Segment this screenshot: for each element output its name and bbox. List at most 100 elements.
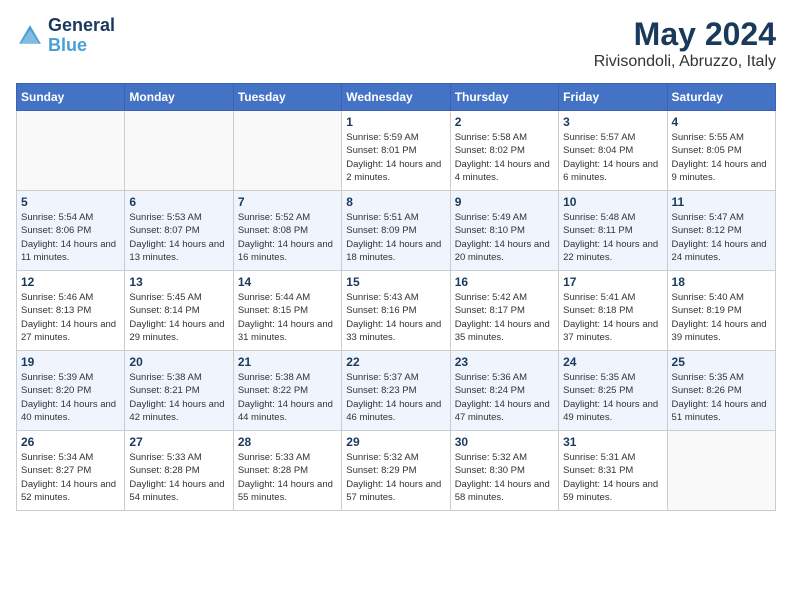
day-number: 16: [455, 275, 554, 289]
day-info: Sunrise: 5:57 AMSunset: 8:04 PMDaylight:…: [563, 131, 662, 184]
day-info: Sunrise: 5:49 AMSunset: 8:10 PMDaylight:…: [455, 211, 554, 264]
calendar-cell: 18Sunrise: 5:40 AMSunset: 8:19 PMDayligh…: [667, 271, 775, 351]
logo-icon: [16, 22, 44, 50]
day-number: 5: [21, 195, 120, 209]
day-info: Sunrise: 5:39 AMSunset: 8:20 PMDaylight:…: [21, 371, 120, 424]
calendar-cell: 9Sunrise: 5:49 AMSunset: 8:10 PMDaylight…: [450, 191, 558, 271]
day-number: 4: [672, 115, 771, 129]
calendar-week-row: 5 Sunrise: 5:54 AMSunset: 8:06 PMDaylight…: [17, 191, 776, 271]
day-info: Sunrise: 5:53 AMSunset: 8:07 PMDaylight:…: [129, 211, 228, 264]
day-info: Sunrise: 5:59 AMSunset: 8:01 PMDaylight:…: [346, 131, 445, 184]
calendar-subtitle: Rivisondoli, Abruzzo, Italy: [594, 53, 776, 71]
calendar-cell: 17 Sunrise: 5:41 AMSunset: 8:18 PMDayligh…: [559, 271, 667, 351]
calendar-cell: 3Sunrise: 5:57 AMSunset: 8:04 PMDaylight…: [559, 111, 667, 191]
day-number: 7: [238, 195, 337, 209]
calendar-cell: 22 Sunrise: 5:37 AMSunset: 8:23 PMDayligh…: [342, 351, 450, 431]
calendar-cell: 4 Sunrise: 5:55 AMSunset: 8:05 PMDaylight…: [667, 111, 775, 191]
calendar-cell: 26 Sunrise: 5:34 AMSunset: 8:27 PMDayligh…: [17, 431, 125, 511]
calendar-cell: 5 Sunrise: 5:54 AMSunset: 8:06 PMDaylight…: [17, 191, 125, 271]
day-number: 18: [672, 275, 771, 289]
day-info: Sunrise: 5:41 AMSunset: 8:18 PMDaylight:…: [563, 291, 662, 344]
page-header: General Blue May 2024 Rivisondoli, Abruz…: [16, 16, 776, 71]
day-number: 13: [129, 275, 228, 289]
logo: General Blue: [16, 16, 115, 56]
day-info: Sunrise: 5:34 AMSunset: 8:27 PMDaylight:…: [21, 451, 120, 504]
day-info: Sunrise: 5:54 AMSunset: 8:06 PMDaylight:…: [21, 211, 120, 264]
day-number: 21: [238, 355, 337, 369]
calendar-cell: 30 Sunrise: 5:32 AMSunset: 8:30 PMDayligh…: [450, 431, 558, 511]
calendar-header: SundayMondayTuesdayWednesdayThursdayFrid…: [17, 84, 776, 111]
calendar-cell: 10 Sunrise: 5:48 AMSunset: 8:11 PMDayligh…: [559, 191, 667, 271]
day-info: Sunrise: 5:47 AMSunset: 8:12 PMDaylight:…: [672, 211, 771, 264]
day-info: Sunrise: 5:36 AMSunset: 8:24 PMDaylight:…: [455, 371, 554, 424]
calendar-cell: 7 Sunrise: 5:52 AMSunset: 8:08 PMDaylight…: [233, 191, 341, 271]
calendar-table: SundayMondayTuesdayWednesdayThursdayFrid…: [16, 83, 776, 511]
calendar-cell: 19 Sunrise: 5:39 AMSunset: 8:20 PMDayligh…: [17, 351, 125, 431]
weekday-header: Thursday: [450, 84, 558, 111]
day-number: 24: [563, 355, 662, 369]
day-info: Sunrise: 5:37 AMSunset: 8:23 PMDaylight:…: [346, 371, 445, 424]
calendar-title: May 2024: [594, 16, 776, 53]
day-info: Sunrise: 5:48 AMSunset: 8:11 PMDaylight:…: [563, 211, 662, 264]
calendar-cell: 1 Sunrise: 5:59 AMSunset: 8:01 PMDaylight…: [342, 111, 450, 191]
day-info: Sunrise: 5:33 AMSunset: 8:28 PMDaylight:…: [238, 451, 337, 504]
weekday-header: Sunday: [17, 84, 125, 111]
calendar-cell: 16 Sunrise: 5:42 AMSunset: 8:17 PMDayligh…: [450, 271, 558, 351]
calendar-cell: 14Sunrise: 5:44 AMSunset: 8:15 PMDayligh…: [233, 271, 341, 351]
calendar-cell: 8Sunrise: 5:51 AMSunset: 8:09 PMDaylight…: [342, 191, 450, 271]
day-number: 19: [21, 355, 120, 369]
day-info: Sunrise: 5:32 AMSunset: 8:29 PMDaylight:…: [346, 451, 445, 504]
calendar-cell: [233, 111, 341, 191]
calendar-cell: 12Sunrise: 5:46 AMSunset: 8:13 PMDayligh…: [17, 271, 125, 351]
day-info: Sunrise: 5:58 AMSunset: 8:02 PMDaylight:…: [455, 131, 554, 184]
day-number: 29: [346, 435, 445, 449]
day-number: 14: [238, 275, 337, 289]
day-info: Sunrise: 5:42 AMSunset: 8:17 PMDaylight:…: [455, 291, 554, 344]
day-number: 1: [346, 115, 445, 129]
day-number: 25: [672, 355, 771, 369]
day-number: 30: [455, 435, 554, 449]
day-number: 22: [346, 355, 445, 369]
day-number: 2: [455, 115, 554, 129]
weekday-row: SundayMondayTuesdayWednesdayThursdayFrid…: [17, 84, 776, 111]
calendar-cell: 31Sunrise: 5:31 AMSunset: 8:31 PMDayligh…: [559, 431, 667, 511]
day-number: 31: [563, 435, 662, 449]
calendar-cell: 29 Sunrise: 5:32 AMSunset: 8:29 PMDayligh…: [342, 431, 450, 511]
calendar-week-row: 1 Sunrise: 5:59 AMSunset: 8:01 PMDaylight…: [17, 111, 776, 191]
calendar-cell: [667, 431, 775, 511]
day-info: Sunrise: 5:38 AMSunset: 8:21 PMDaylight:…: [129, 371, 228, 424]
day-number: 11: [672, 195, 771, 209]
day-info: Sunrise: 5:45 AMSunset: 8:14 PMDaylight:…: [129, 291, 228, 344]
weekday-header: Monday: [125, 84, 233, 111]
day-info: Sunrise: 5:46 AMSunset: 8:13 PMDaylight:…: [21, 291, 120, 344]
day-number: 10: [563, 195, 662, 209]
day-info: Sunrise: 5:35 AMSunset: 8:25 PMDaylight:…: [563, 371, 662, 424]
day-info: Sunrise: 5:51 AMSunset: 8:09 PMDaylight:…: [346, 211, 445, 264]
calendar-cell: 23Sunrise: 5:36 AMSunset: 8:24 PMDayligh…: [450, 351, 558, 431]
day-info: Sunrise: 5:55 AMSunset: 8:05 PMDaylight:…: [672, 131, 771, 184]
calendar-cell: 21 Sunrise: 5:38 AMSunset: 8:22 PMDayligh…: [233, 351, 341, 431]
day-number: 28: [238, 435, 337, 449]
day-number: 15: [346, 275, 445, 289]
day-number: 6: [129, 195, 228, 209]
calendar-cell: 6 Sunrise: 5:53 AMSunset: 8:07 PMDaylight…: [125, 191, 233, 271]
day-info: Sunrise: 5:38 AMSunset: 8:22 PMDaylight:…: [238, 371, 337, 424]
day-number: 20: [129, 355, 228, 369]
day-number: 17: [563, 275, 662, 289]
weekday-header: Saturday: [667, 84, 775, 111]
calendar-cell: 28 Sunrise: 5:33 AMSunset: 8:28 PMDayligh…: [233, 431, 341, 511]
weekday-header: Tuesday: [233, 84, 341, 111]
day-info: Sunrise: 5:52 AMSunset: 8:08 PMDaylight:…: [238, 211, 337, 264]
day-info: Sunrise: 5:35 AMSunset: 8:26 PMDaylight:…: [672, 371, 771, 424]
weekday-header: Wednesday: [342, 84, 450, 111]
day-info: Sunrise: 5:32 AMSunset: 8:30 PMDaylight:…: [455, 451, 554, 504]
day-number: 26: [21, 435, 120, 449]
calendar-cell: 13 Sunrise: 5:45 AMSunset: 8:14 PMDayligh…: [125, 271, 233, 351]
calendar-cell: 11 Sunrise: 5:47 AMSunset: 8:12 PMDayligh…: [667, 191, 775, 271]
calendar-cell: [125, 111, 233, 191]
calendar-week-row: 12Sunrise: 5:46 AMSunset: 8:13 PMDayligh…: [17, 271, 776, 351]
calendar-cell: 27Sunrise: 5:33 AMSunset: 8:28 PMDayligh…: [125, 431, 233, 511]
calendar-cell: 2 Sunrise: 5:58 AMSunset: 8:02 PMDaylight…: [450, 111, 558, 191]
calendar-week-row: 26 Sunrise: 5:34 AMSunset: 8:27 PMDayligh…: [17, 431, 776, 511]
calendar-cell: 15Sunrise: 5:43 AMSunset: 8:16 PMDayligh…: [342, 271, 450, 351]
